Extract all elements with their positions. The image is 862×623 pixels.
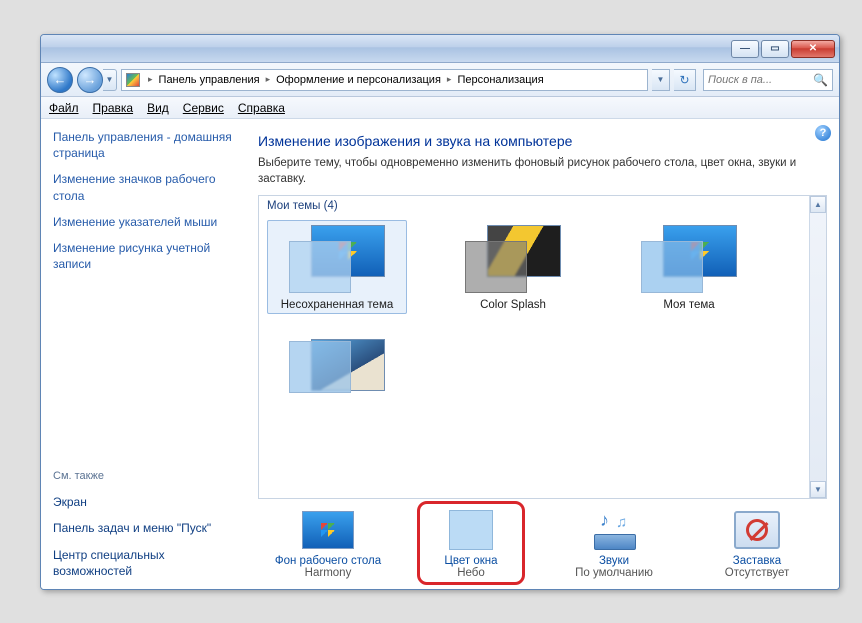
refresh-button[interactable]: ↻: [674, 69, 696, 91]
sidebar-home[interactable]: Панель управления - домашняя страница: [53, 129, 234, 161]
menu-view[interactable]: Вид: [147, 101, 169, 115]
action-value: Отсутствует: [725, 567, 790, 579]
sidebar-spacer: [53, 282, 234, 460]
themes-header: Мои темы (4): [259, 196, 826, 216]
search-box[interactable]: 🔍: [703, 69, 833, 91]
theme-unsaved[interactable]: Несохраненная тема: [267, 220, 407, 314]
chevron-right-icon: ▸: [146, 74, 155, 85]
action-sounds[interactable]: ♪♫ Звуки По умолчанию: [554, 509, 674, 579]
scroll-down-button[interactable]: ▼: [810, 481, 826, 498]
themes-list: Несохраненная тема Color Splash Моя тема: [259, 216, 826, 494]
action-value: Harmony: [305, 567, 352, 579]
search-icon: 🔍: [813, 73, 828, 87]
sidebar-mouse-pointers[interactable]: Изменение указателей мыши: [53, 214, 234, 230]
sidebar-account-picture[interactable]: Изменение рисунка учетной записи: [53, 240, 234, 272]
action-label: Заставка: [733, 555, 781, 567]
action-value: Небо: [457, 567, 485, 579]
action-screensaver[interactable]: Заставка Отсутствует: [697, 509, 817, 579]
menu-file[interactable]: Файл: [49, 101, 79, 115]
scrollbar[interactable]: ▲ ▼: [809, 196, 826, 498]
breadcrumb-appearance[interactable]: Оформление и персонализация: [272, 74, 445, 86]
search-input[interactable]: [708, 74, 809, 86]
theme-my-theme[interactable]: Моя тема: [619, 220, 759, 314]
control-panel-icon: [126, 73, 140, 87]
theme-color-splash[interactable]: Color Splash: [443, 220, 583, 314]
help-icon[interactable]: ?: [815, 125, 831, 141]
back-button[interactable]: ←: [47, 67, 73, 93]
screensaver-icon: [730, 509, 784, 551]
chevron-right-icon: ▸: [445, 74, 454, 85]
action-label: Цвет окна: [444, 555, 497, 567]
theme-label: Моя тема: [663, 299, 714, 311]
forward-button[interactable]: →: [77, 67, 103, 93]
menu-edit[interactable]: Правка: [93, 101, 134, 115]
body: Панель управления - домашняя страница Из…: [41, 119, 839, 589]
breadcrumb-personalization[interactable]: Персонализация: [453, 74, 547, 86]
menu-tools[interactable]: Сервис: [183, 101, 224, 115]
sidebar-taskbar-start[interactable]: Панель задач и меню "Пуск": [53, 520, 234, 536]
sounds-icon: ♪♫: [587, 509, 641, 551]
sidebar-desktop-icons[interactable]: Изменение значков рабочего стола: [53, 171, 234, 203]
sidebar-ease-of-access[interactable]: Центр специальных возможностей: [53, 547, 234, 579]
address-bar[interactable]: ▸ Панель управления ▸ Оформление и персо…: [121, 69, 648, 91]
breadcrumb-control-panel[interactable]: Панель управления: [155, 74, 264, 86]
action-window-color[interactable]: Цвет окна Небо: [411, 509, 531, 579]
nav-bar: ← → ▼ ▸ Панель управления ▸ Оформление и…: [41, 63, 839, 97]
desktop-background-icon: [301, 509, 355, 551]
scroll-up-button[interactable]: ▲: [810, 196, 826, 213]
action-label: Фон рабочего стола: [275, 555, 381, 567]
theme-thumbnail: [465, 225, 561, 293]
theme-partial[interactable]: [267, 334, 407, 396]
minimize-button[interactable]: —: [731, 40, 759, 58]
address-dropdown[interactable]: ▼: [652, 69, 670, 91]
theme-thumbnail: [641, 225, 737, 293]
action-value: По умолчанию: [575, 567, 653, 579]
theme-label: Color Splash: [480, 299, 546, 311]
theme-thumbnail: [289, 225, 385, 293]
scroll-track[interactable]: [810, 213, 826, 481]
action-label: Звуки: [599, 555, 629, 567]
maximize-button[interactable]: ▭: [761, 40, 789, 58]
title-bar: — ▭ ✕: [41, 35, 839, 63]
chevron-right-icon: ▸: [264, 74, 273, 85]
page-title: Изменение изображения и звука на компьют…: [258, 133, 827, 149]
menu-help[interactable]: Справка: [238, 101, 285, 115]
page-subtitle: Выберите тему, чтобы одновременно измени…: [258, 155, 827, 187]
personalization-actions: Фон рабочего стола Harmony Цвет окна Неб…: [258, 499, 827, 579]
close-button[interactable]: ✕: [791, 40, 835, 58]
action-desktop-background[interactable]: Фон рабочего стола Harmony: [268, 509, 388, 579]
theme-thumbnail: [289, 339, 385, 393]
sidebar-see-also-heading: См. также: [53, 470, 234, 482]
control-panel-window: — ▭ ✕ ← → ▼ ▸ Панель управления ▸ Оформл…: [40, 34, 840, 590]
themes-container: Мои темы (4) Несохраненная тема Color Sp…: [258, 195, 827, 499]
sidebar: Панель управления - домашняя страница Из…: [41, 119, 246, 589]
window-color-icon: [444, 509, 498, 551]
sidebar-display[interactable]: Экран: [53, 494, 234, 510]
menu-bar: Файл Правка Вид Сервис Справка: [41, 97, 839, 119]
theme-label: Несохраненная тема: [281, 299, 394, 311]
history-dropdown[interactable]: ▼: [103, 69, 117, 91]
main-panel: ? Изменение изображения и звука на компь…: [246, 119, 839, 589]
